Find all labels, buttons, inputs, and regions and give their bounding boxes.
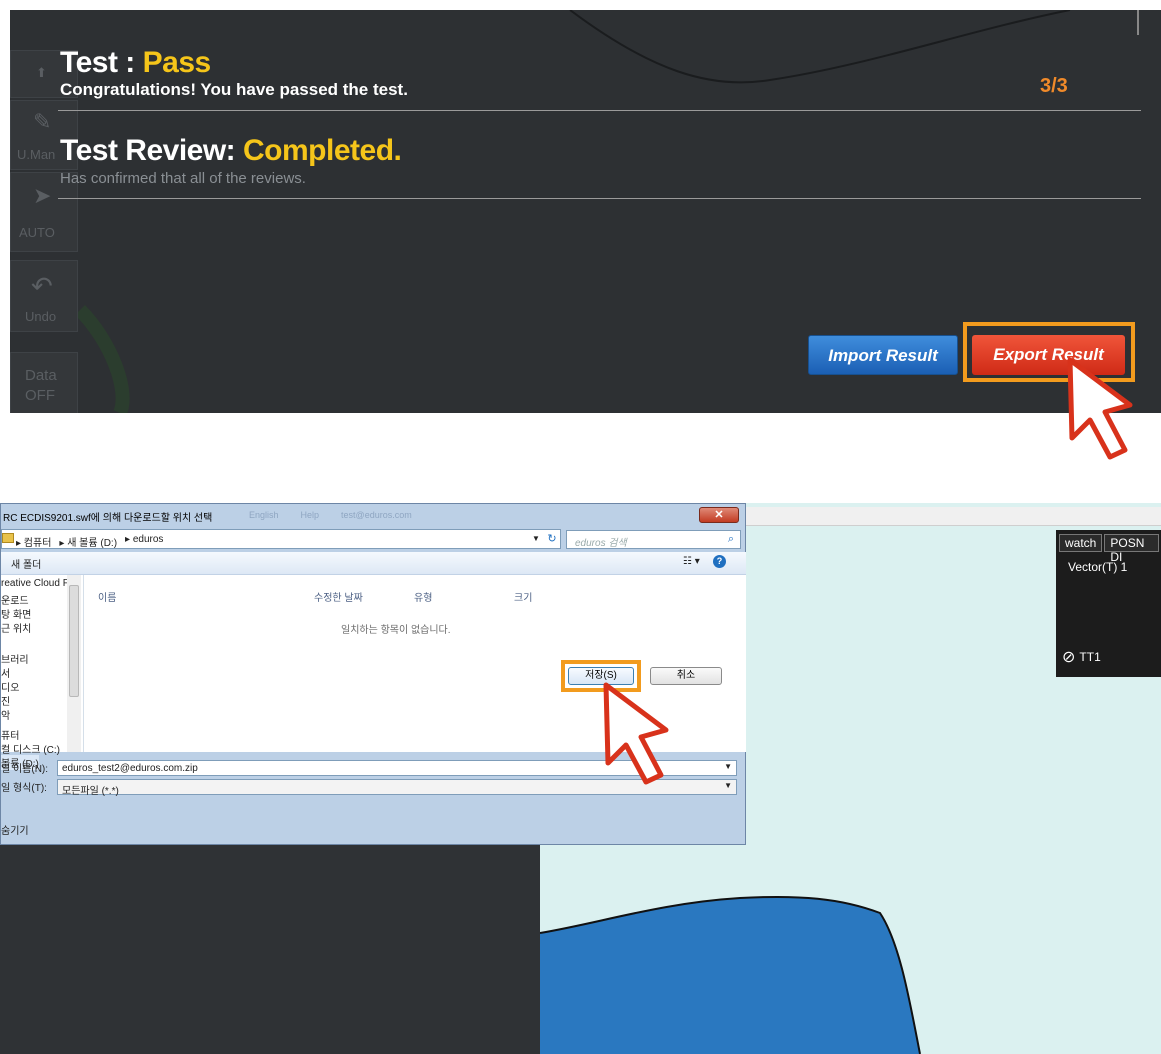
chevron-down-icon[interactable]: ▼ xyxy=(532,534,540,543)
chevron-down-icon[interactable]: ▼ xyxy=(724,781,732,790)
tab-watch[interactable]: watch xyxy=(1059,534,1103,552)
target-item[interactable]: ⊘ TT1 xyxy=(1062,647,1101,667)
dialog-title: RC ECDIS9201.swf에 의해 다운로드할 위치 선택 xyxy=(3,513,213,524)
divider xyxy=(58,198,1141,199)
breadcrumb-computer[interactable]: ▸ 컴퓨터 xyxy=(16,534,51,549)
breadcrumb: ▸ 컴퓨터 ▸ 새 볼륨 (D:) ▸ eduros xyxy=(16,534,163,549)
test-result-panel: ⬆ ✎ U.Man ➤ AUTO ↶ Undo Data OFF Test : … xyxy=(10,10,1161,413)
breadcrumb-volume[interactable]: ▸ 새 볼륨 (D:) xyxy=(59,534,117,549)
search-icon: ⌕ xyxy=(727,533,734,545)
nav-item[interactable]: 컬 디스크 (C:) xyxy=(1,741,60,756)
new-folder-button[interactable]: 새 폴더 xyxy=(11,556,41,571)
column-header-size[interactable]: 크기 xyxy=(514,589,532,604)
address-bar[interactable]: ▸ 컴퓨터 ▸ 새 볼륨 (D:) ▸ eduros ▼ xyxy=(1,529,561,549)
data-toggle-tool[interactable]: Data OFF xyxy=(10,352,78,413)
filename-value: eduros_test2@eduros.com.zip xyxy=(62,763,198,774)
nav-item[interactable]: 브러리 xyxy=(1,651,29,666)
column-header-date[interactable]: 수정한 날짜 xyxy=(314,589,363,604)
nav-item[interactable]: 진 xyxy=(1,693,10,708)
hand-cursor-icon xyxy=(1067,357,1133,460)
empty-message: 일치하는 항목이 없습니다. xyxy=(341,625,451,636)
column-header-type[interactable]: 유형 xyxy=(414,589,432,604)
refresh-icon[interactable]: ↻ xyxy=(543,532,561,548)
breadcrumb-folder[interactable]: ▸ eduros xyxy=(125,534,163,549)
filetype-label: 일 형식(T): xyxy=(1,783,47,794)
test-status: Pass xyxy=(142,46,212,79)
close-button[interactable]: ✕ xyxy=(699,507,739,523)
test-review-heading: Test Review: Completed. xyxy=(60,134,402,167)
nav-item[interactable]: 탕 화면 xyxy=(1,606,31,621)
arrow-cursor-icon: ➤ xyxy=(33,183,52,208)
app-top-strip xyxy=(740,507,1161,526)
divider xyxy=(58,110,1141,111)
hide-folders-toggle[interactable]: 숨기기 xyxy=(1,822,29,837)
chevron-down-icon[interactable]: ▼ xyxy=(724,762,732,771)
undo-tool[interactable]: ↶ Undo xyxy=(10,260,78,332)
navigation-pane: reative Cloud F 운로드 탕 화면 근 위치 브러리 서 디오 진… xyxy=(1,575,84,770)
view-options-icon[interactable]: ☷ ▾ xyxy=(683,556,700,567)
search-placeholder: eduros 검색 xyxy=(575,538,627,549)
close-icon: ✕ xyxy=(714,509,724,521)
nav-scrollbar[interactable] xyxy=(67,575,81,752)
import-result-button[interactable]: Import Result xyxy=(808,335,958,375)
folder-icon xyxy=(2,533,14,543)
filename-label: 일 이름(N): xyxy=(1,764,49,775)
nav-item[interactable]: reative Cloud F xyxy=(1,578,69,589)
nav-item[interactable]: 운로드 xyxy=(1,592,29,607)
undo-icon: ↶ xyxy=(31,271,53,301)
nav-item[interactable]: 디오 xyxy=(1,679,19,694)
nav-item[interactable]: 퓨터 xyxy=(1,727,19,742)
review-message: Has confirmed that all of the reviews. xyxy=(60,170,306,187)
search-input[interactable]: eduros 검색 ⌕ xyxy=(566,530,741,549)
target-icon: ⊘ xyxy=(1062,649,1076,666)
target-label: TT1 xyxy=(1079,650,1101,664)
page-counter: 3/3 xyxy=(1040,75,1068,97)
hand-cursor-icon xyxy=(603,682,669,785)
test-result-heading: Test : Pass xyxy=(60,46,212,79)
dialog-toolbar: 새 폴더 ☷ ▾ ? xyxy=(1,552,746,575)
test-message: Congratulations! You have passed the tes… xyxy=(60,80,408,99)
help-icon[interactable]: ? xyxy=(713,555,726,568)
watch-panel: watch POSN DI Vector(T) 1 ⊘ TT1 xyxy=(1056,530,1161,677)
tab-posn[interactable]: POSN DI xyxy=(1104,534,1159,564)
nav-item[interactable]: 악 xyxy=(1,707,10,722)
column-header-name[interactable]: 이름 xyxy=(98,589,116,604)
pencil-icon: ✎ xyxy=(33,109,52,134)
vector-label: Vector(T) 1 xyxy=(1068,560,1128,574)
filetype-value: 모든파일 (*.*) xyxy=(62,786,119,797)
review-status: Completed. xyxy=(243,134,402,167)
background-title-items: English Help test@eduros.com xyxy=(249,510,412,520)
scroll-thumb[interactable] xyxy=(69,585,79,697)
nav-item[interactable]: 근 위치 xyxy=(1,620,31,635)
nav-item[interactable]: 서 xyxy=(1,665,10,680)
